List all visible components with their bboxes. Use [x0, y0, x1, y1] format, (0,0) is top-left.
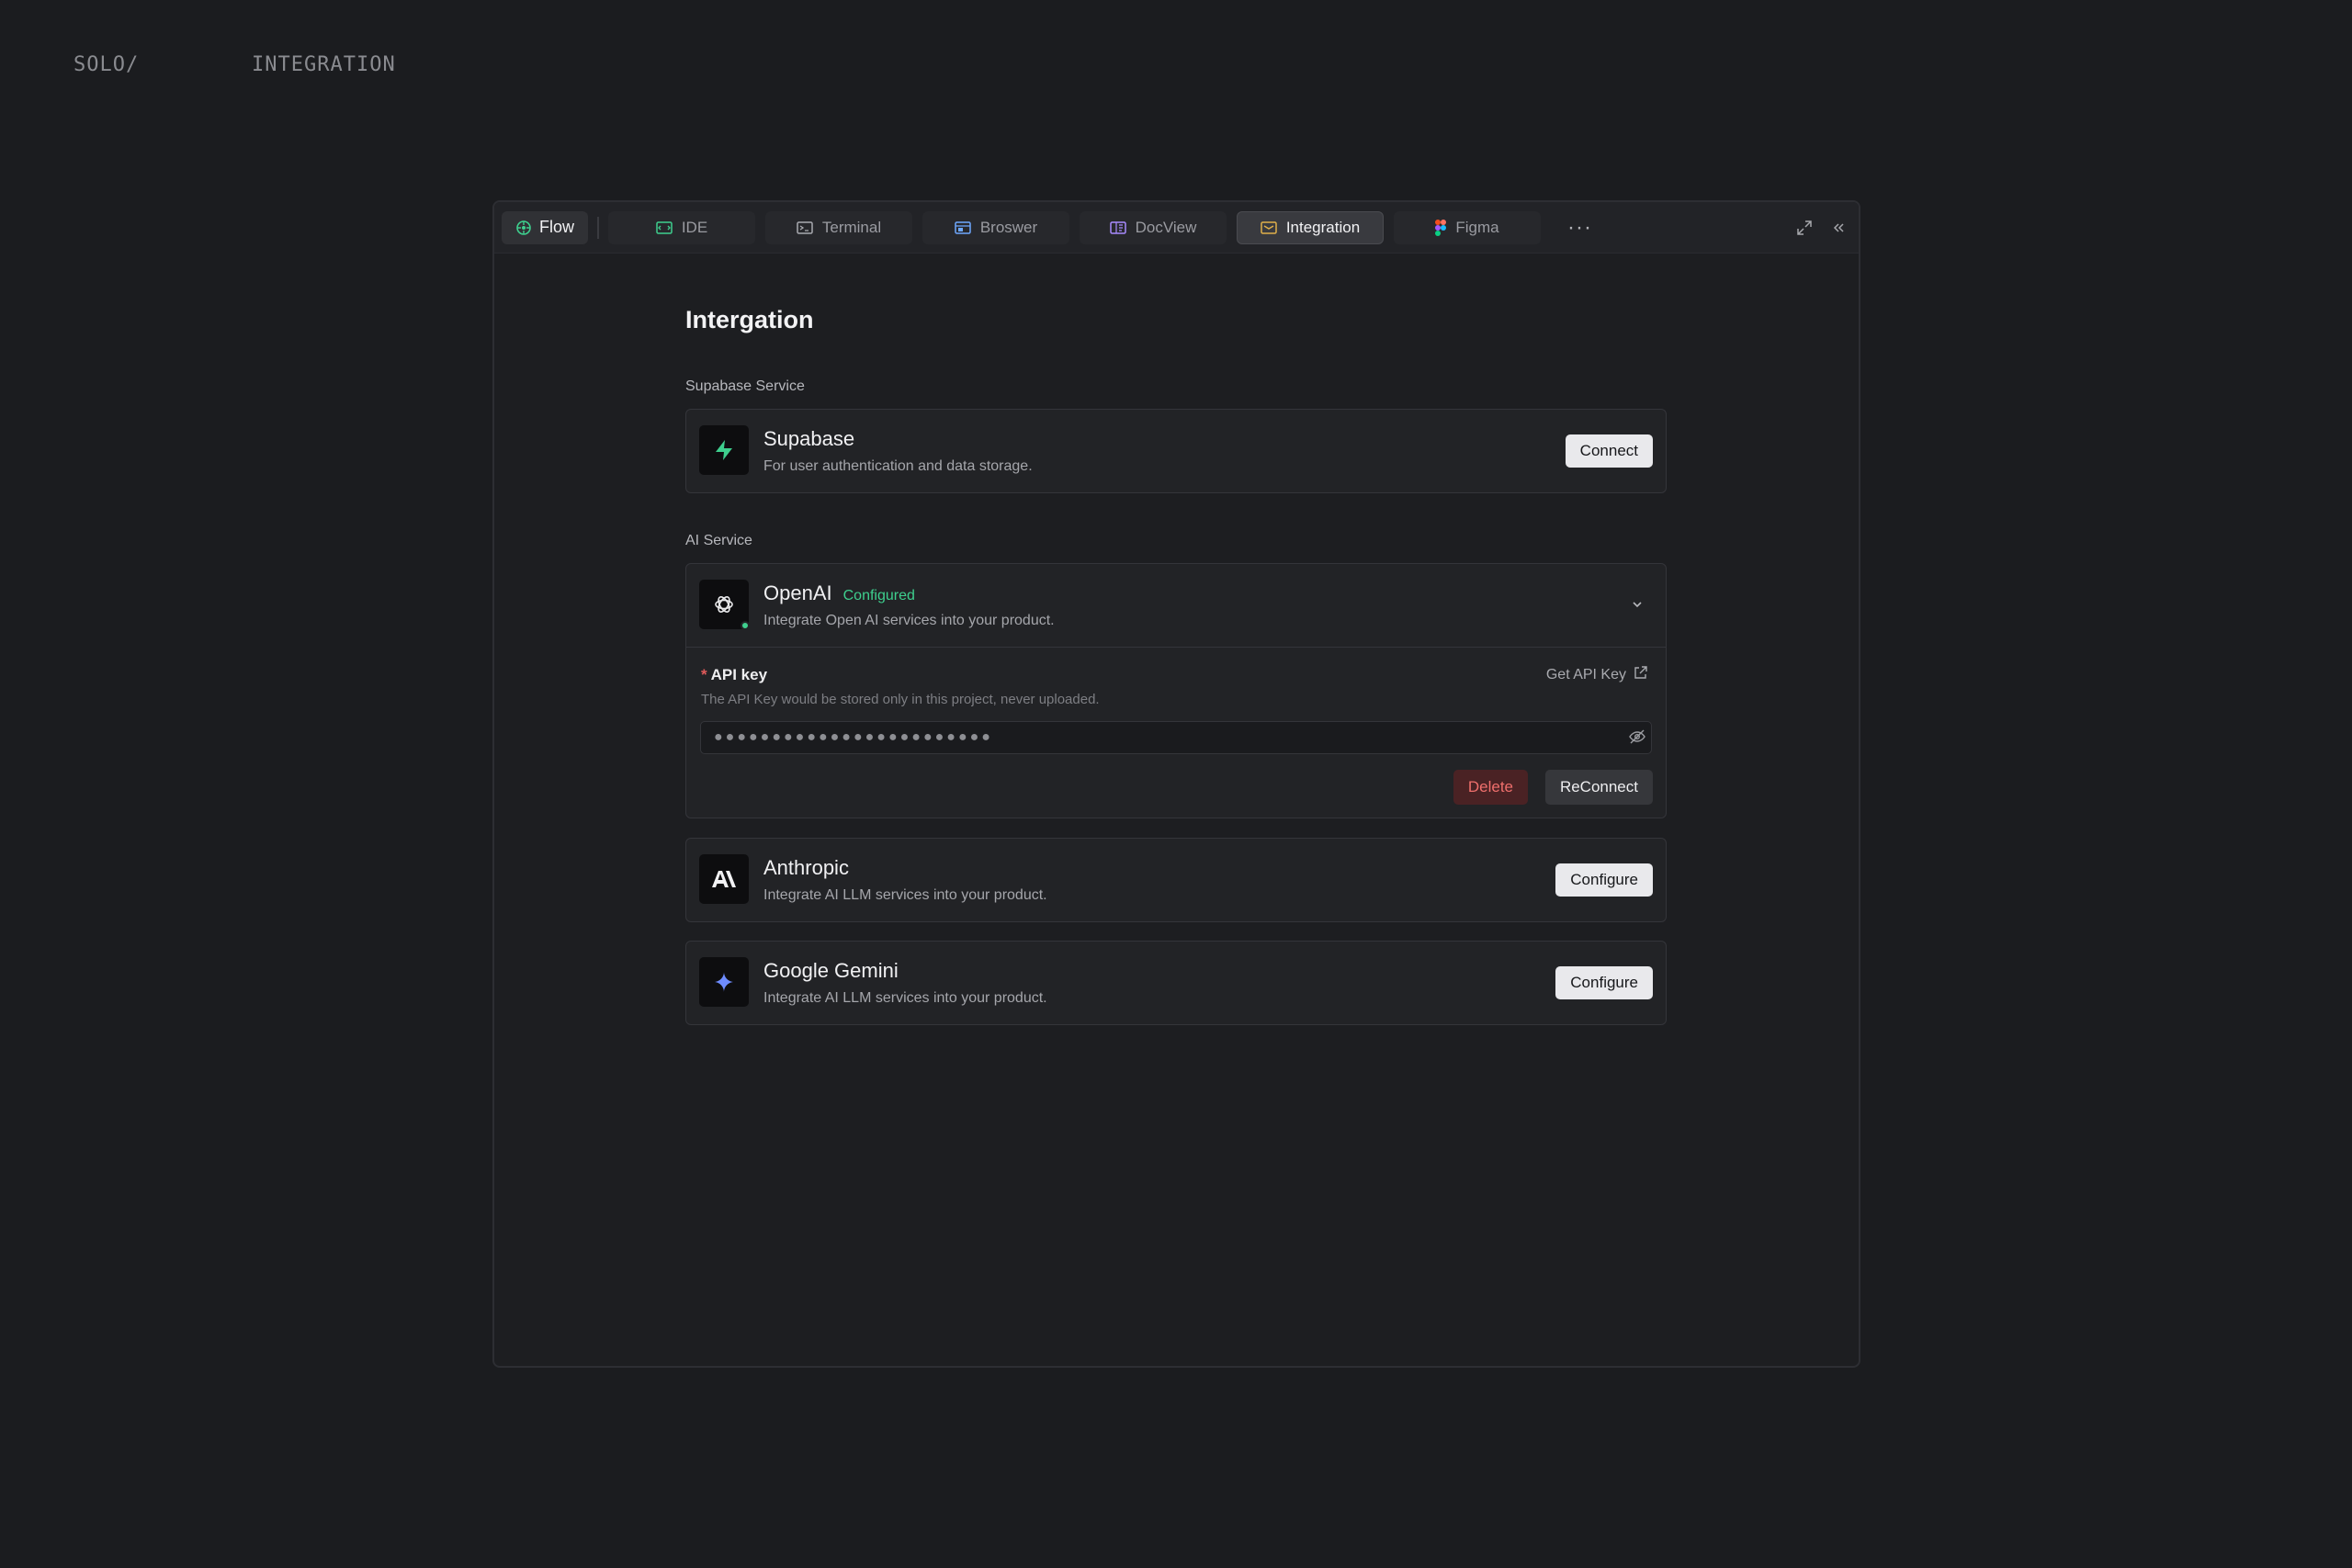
required-mark: * — [701, 666, 707, 683]
tab-terminal[interactable]: Terminal — [765, 210, 912, 244]
anthropic-description: Integrate AI LLM services into your prod… — [763, 887, 1047, 903]
openai-logo — [699, 580, 750, 630]
tab-divider — [597, 216, 599, 239]
external-link-icon — [1634, 666, 1647, 684]
gemini-logo — [699, 957, 749, 1007]
app-window: Flow IDE Terminal Broswer DocView Integr… — [492, 200, 1860, 1368]
anthropic-logo — [699, 854, 749, 904]
configured-badge: Configured — [842, 588, 915, 604]
api-key-help: The API Key would be stored only in this… — [701, 692, 1100, 707]
status-dot — [741, 621, 750, 630]
gemini-card: Google Gemini Integrate AI LLM services … — [685, 941, 1667, 1025]
anthropic-card: Anthropic Integrate AI LLM services into… — [685, 838, 1667, 922]
tab-bar: Flow IDE Terminal Broswer DocView Integr… — [494, 202, 1859, 254]
gemini-name: Google Gemini — [763, 959, 899, 983]
api-key-input[interactable] — [700, 721, 1652, 754]
supabase-card: Supabase For user authentication and dat… — [685, 409, 1667, 493]
gemini-name-text: Google Gemini — [763, 959, 899, 982]
reconnect-button[interactable]: ReConnect — [1544, 770, 1653, 805]
tab-terminal-label: Terminal — [821, 218, 882, 236]
chevron-down-icon[interactable] — [1631, 598, 1644, 615]
ide-icon — [656, 220, 673, 235]
anthropic-name: Anthropic — [763, 856, 849, 880]
tab-docview[interactable]: DocView — [1080, 210, 1227, 244]
supabase-logo — [699, 425, 749, 475]
supabase-icon — [716, 440, 732, 460]
connect-button[interactable]: Connect — [1565, 434, 1653, 468]
tab-integration-label: Integration — [1285, 218, 1361, 236]
get-api-key-link[interactable]: Get API Key — [1546, 666, 1647, 684]
supabase-section-label: Supabase Service — [685, 378, 805, 394]
docview-icon — [1109, 220, 1126, 235]
tab-ide-label: IDE — [681, 218, 708, 236]
eye-off-icon[interactable] — [1629, 729, 1645, 749]
openai-icon — [715, 596, 733, 613]
configure-gemini-button[interactable]: Configure — [1555, 966, 1653, 999]
gemini-row: Google Gemini Integrate AI LLM services … — [686, 942, 1666, 1024]
header-section: INTEGRATION — [252, 53, 396, 76]
expand-icon[interactable] — [1796, 220, 1813, 236]
openai-name-text: OpenAI — [763, 581, 832, 604]
supabase-row: Supabase For user authentication and dat… — [686, 410, 1666, 492]
tab-ide[interactable]: IDE — [608, 210, 755, 244]
anthropic-icon — [712, 871, 736, 887]
terminal-icon — [797, 220, 813, 235]
anthropic-name-text: Anthropic — [763, 856, 849, 879]
page-title: Intergation — [685, 306, 814, 333]
gemini-description: Integrate AI LLM services into your prod… — [763, 990, 1047, 1006]
figma-icon — [1435, 219, 1447, 236]
get-api-key-text: Get API Key — [1545, 667, 1626, 682]
supabase-description: For user authentication and data storage… — [763, 458, 1033, 474]
ai-section-label: AI Service — [685, 533, 752, 548]
integration-icon — [1261, 220, 1277, 235]
openai-name: OpenAI Configured — [763, 581, 915, 605]
anthropic-row: Anthropic Integrate AI LLM services into… — [686, 839, 1666, 921]
tab-browser-label: Broswer — [979, 218, 1038, 236]
supabase-name-text: Supabase — [763, 427, 855, 450]
tab-flow-label: Flow — [538, 218, 574, 236]
api-key-label: * API key — [701, 666, 767, 684]
openai-description: Integrate Open AI services into your pro… — [763, 613, 1055, 628]
openai-config-panel: * API key Get API Key The API Key would b… — [686, 647, 1666, 818]
tab-docview-label: DocView — [1135, 218, 1197, 236]
browser-icon — [955, 220, 971, 235]
openai-card: OpenAI Configured Integrate Open AI serv… — [685, 563, 1667, 818]
api-key-label-text: API key — [710, 666, 768, 683]
collapse-panel-icon[interactable] — [1831, 220, 1846, 235]
tab-figma-label: Figma — [1455, 218, 1499, 236]
window-controls — [1796, 202, 1846, 254]
page-header: SOLO/ INTEGRATION — [74, 53, 395, 76]
openai-row[interactable]: OpenAI Configured Integrate Open AI serv… — [686, 564, 1666, 647]
more-tabs-button[interactable]: ··· — [1567, 216, 1592, 239]
tab-flow[interactable]: Flow — [502, 210, 588, 244]
configure-anthropic-button[interactable]: Configure — [1555, 863, 1653, 897]
delete-button[interactable]: Delete — [1453, 770, 1528, 805]
header-prefix: SOLO/ — [74, 53, 140, 76]
tab-integration[interactable]: Integration — [1237, 210, 1384, 244]
supabase-name: Supabase — [763, 427, 854, 451]
gemini-icon — [714, 972, 734, 992]
flow-icon — [515, 220, 532, 236]
tab-figma[interactable]: Figma — [1394, 210, 1541, 244]
tab-browser[interactable]: Broswer — [922, 210, 1069, 244]
